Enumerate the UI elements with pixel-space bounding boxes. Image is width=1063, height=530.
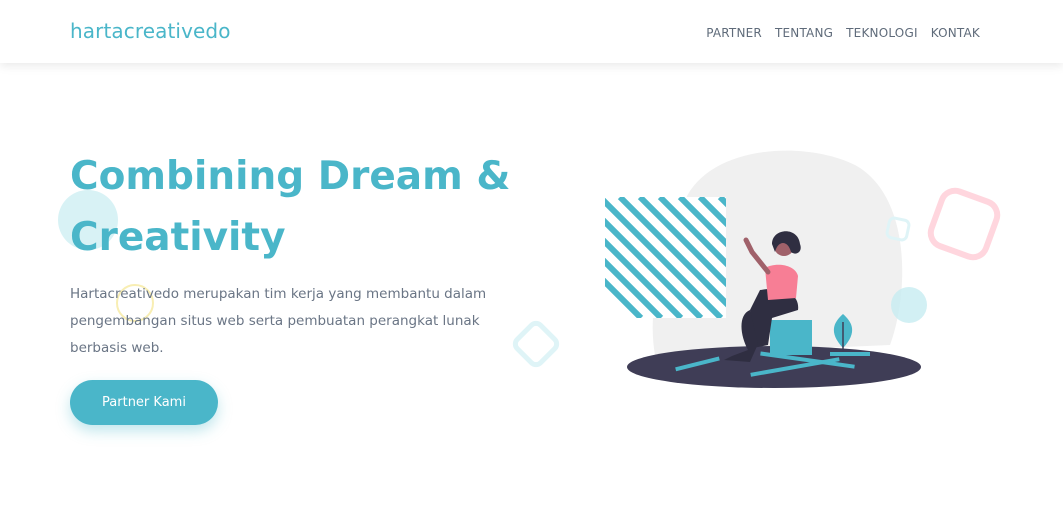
nav-links: PARTNER TENTANG TEKNOLOGI KONTAK <box>706 26 980 40</box>
hero-title-line2: Creativity <box>70 215 286 260</box>
nav-link-kontak[interactable]: KONTAK <box>931 26 980 40</box>
hero-title: Combining Dream & Creativity <box>70 146 540 268</box>
hero-description: Hartacreativedo merupakan tim kerja yang… <box>70 286 487 356</box>
woman-working-illustration <box>605 150 1001 388</box>
partner-kami-button[interactable]: Partner Kami <box>70 380 218 425</box>
nav-link-partner[interactable]: PARTNER <box>706 26 762 40</box>
nav-link-teknologi[interactable]: TEKNOLOGI <box>846 26 918 40</box>
decorative-rounded-square <box>509 317 563 371</box>
navbar: hartacreativedo PARTNER TENTANG TEKNOLOG… <box>0 0 1063 63</box>
nav-link-tentang[interactable]: TENTANG <box>775 26 833 40</box>
brand-logo[interactable]: hartacreativedo <box>70 19 231 43</box>
hero-title-line1: Combining Dream & <box>70 154 511 199</box>
